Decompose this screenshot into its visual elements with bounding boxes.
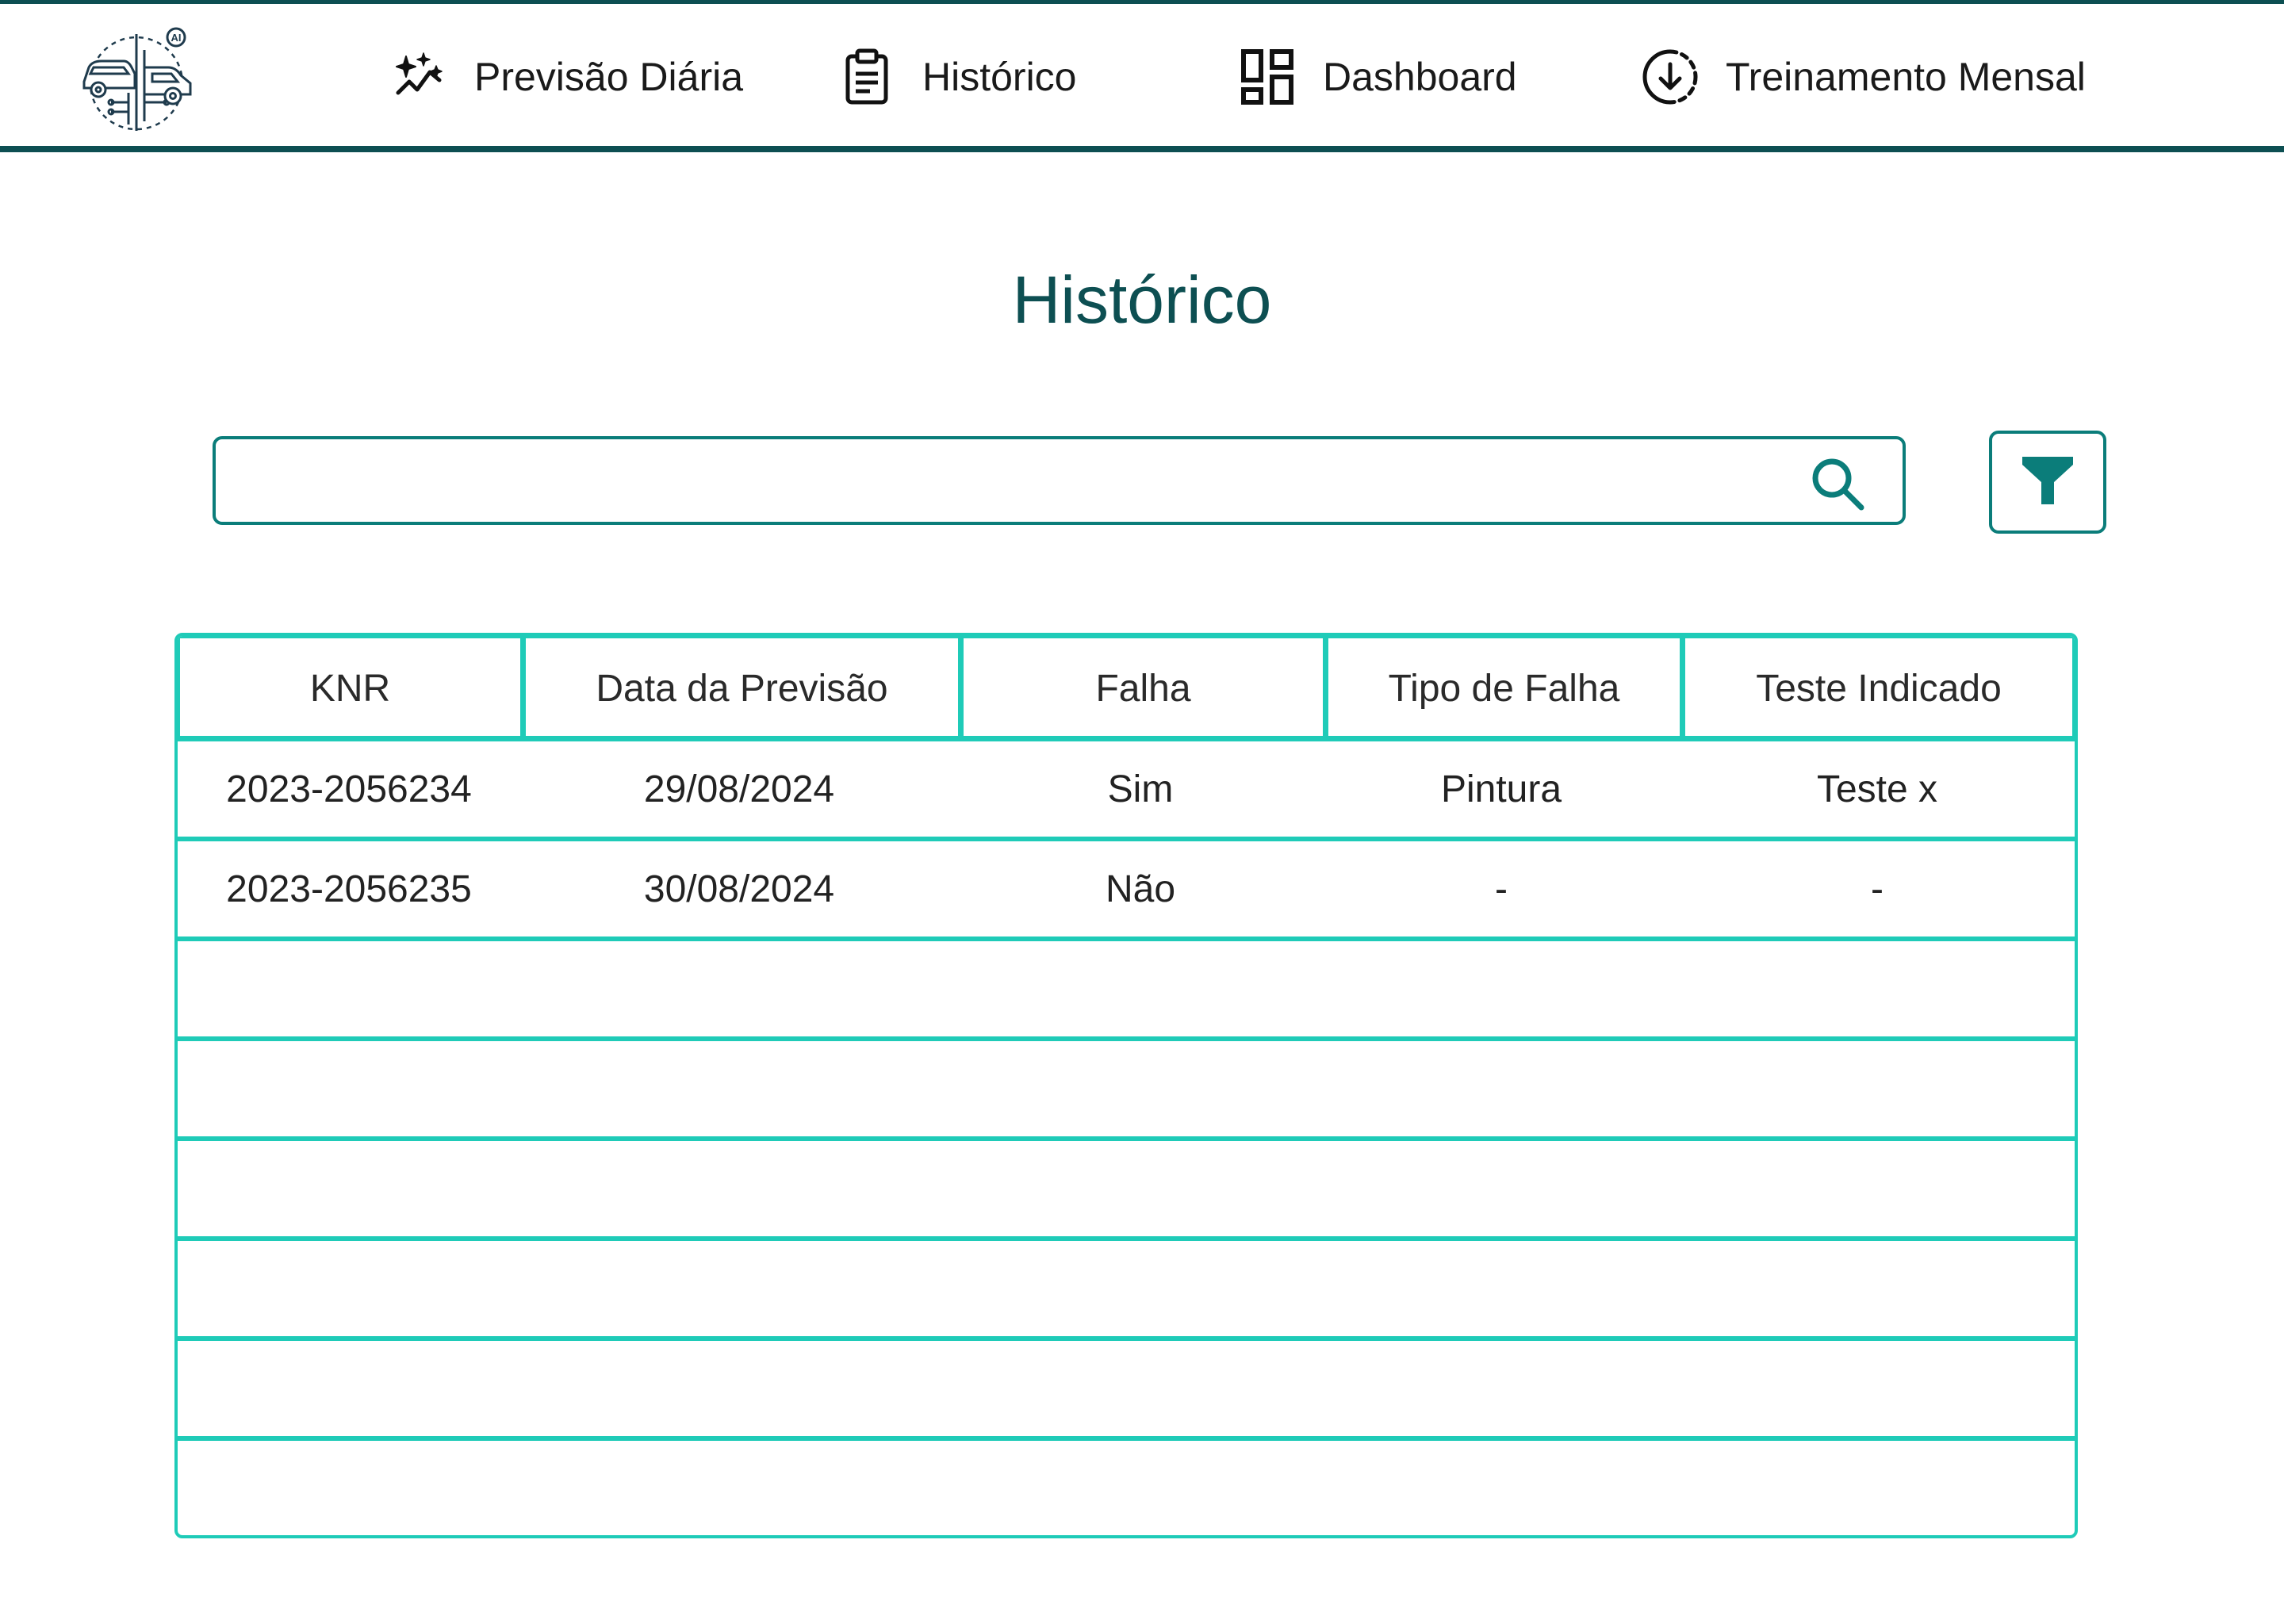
clipboard-icon: [837, 47, 897, 107]
table-row: [178, 1241, 2075, 1341]
sparkle-chart-icon: [389, 47, 449, 107]
nav-item-previsao-diaria[interactable]: Previsão Diária: [389, 4, 743, 150]
column-header-data-previsao[interactable]: Data da Previsão: [520, 638, 958, 738]
nav-label: Treinamento Mensal: [1726, 55, 2086, 99]
nav-label: Previsão Diária: [474, 55, 744, 99]
nav-item-historico[interactable]: Histórico: [837, 4, 1076, 150]
search-icon[interactable]: [1807, 454, 1868, 514]
nav-label: Histórico: [922, 55, 1077, 99]
nav-item-treinamento-mensal[interactable]: Treinamento Mensal: [1640, 4, 2086, 150]
cell-tipo-falha: -: [1495, 868, 1508, 910]
table-row: [178, 941, 2075, 1041]
table-row: [178, 1141, 2075, 1241]
app-logo[interactable]: AI: [79, 26, 198, 137]
column-header-falha[interactable]: Falha: [958, 638, 1323, 738]
table-row[interactable]: 2023-2056234 29/08/2024 Sim Pintura Test…: [178, 741, 2075, 841]
search-box: [213, 436, 1906, 525]
page-title: Histórico: [1012, 262, 1272, 337]
nav-label: Dashboard: [1323, 55, 1517, 99]
logo-badge-text: AI: [171, 32, 182, 44]
cell-tipo-falha: Pintura: [1440, 768, 1562, 810]
cell-knr: 2023-2056235: [226, 868, 472, 910]
cell-falha: Sim: [1107, 768, 1174, 810]
nav-item-dashboard[interactable]: Dashboard: [1237, 4, 1517, 150]
history-table: KNR Data da Previsão Falha Tipo de Falha…: [174, 633, 2078, 1538]
search-input[interactable]: [238, 452, 1795, 511]
car-circuit-logo-icon: AI: [82, 27, 192, 131]
column-header-teste-indicado[interactable]: Teste Indicado: [1680, 638, 2075, 738]
column-header-tipo-falha[interactable]: Tipo de Falha: [1323, 638, 1680, 738]
table-header-row: KNR Data da Previsão Falha Tipo de Falha…: [178, 636, 2075, 741]
dashboard-icon: [1237, 47, 1297, 107]
cell-falha: Não: [1105, 868, 1176, 910]
table-row: [178, 1441, 2075, 1535]
filter-icon: [2019, 452, 2076, 513]
table-row[interactable]: 2023-2056235 30/08/2024 Não - -: [178, 841, 2075, 941]
filter-button[interactable]: [1989, 431, 2106, 534]
cell-data-previsao: 30/08/2024: [643, 868, 835, 910]
cell-teste-indicado: -: [1871, 868, 1884, 910]
table-row: [178, 1041, 2075, 1141]
cell-data-previsao: 29/08/2024: [643, 768, 835, 810]
top-navigation-bar: AI Previsão Diária Histórico Dashboard T…: [0, 0, 2284, 152]
column-header-knr[interactable]: KNR: [178, 638, 520, 738]
table-row: [178, 1341, 2075, 1441]
download-circle-icon: [1640, 47, 1700, 107]
cell-knr: 2023-2056234: [226, 768, 472, 810]
cell-teste-indicado: Teste x: [1816, 768, 1938, 810]
